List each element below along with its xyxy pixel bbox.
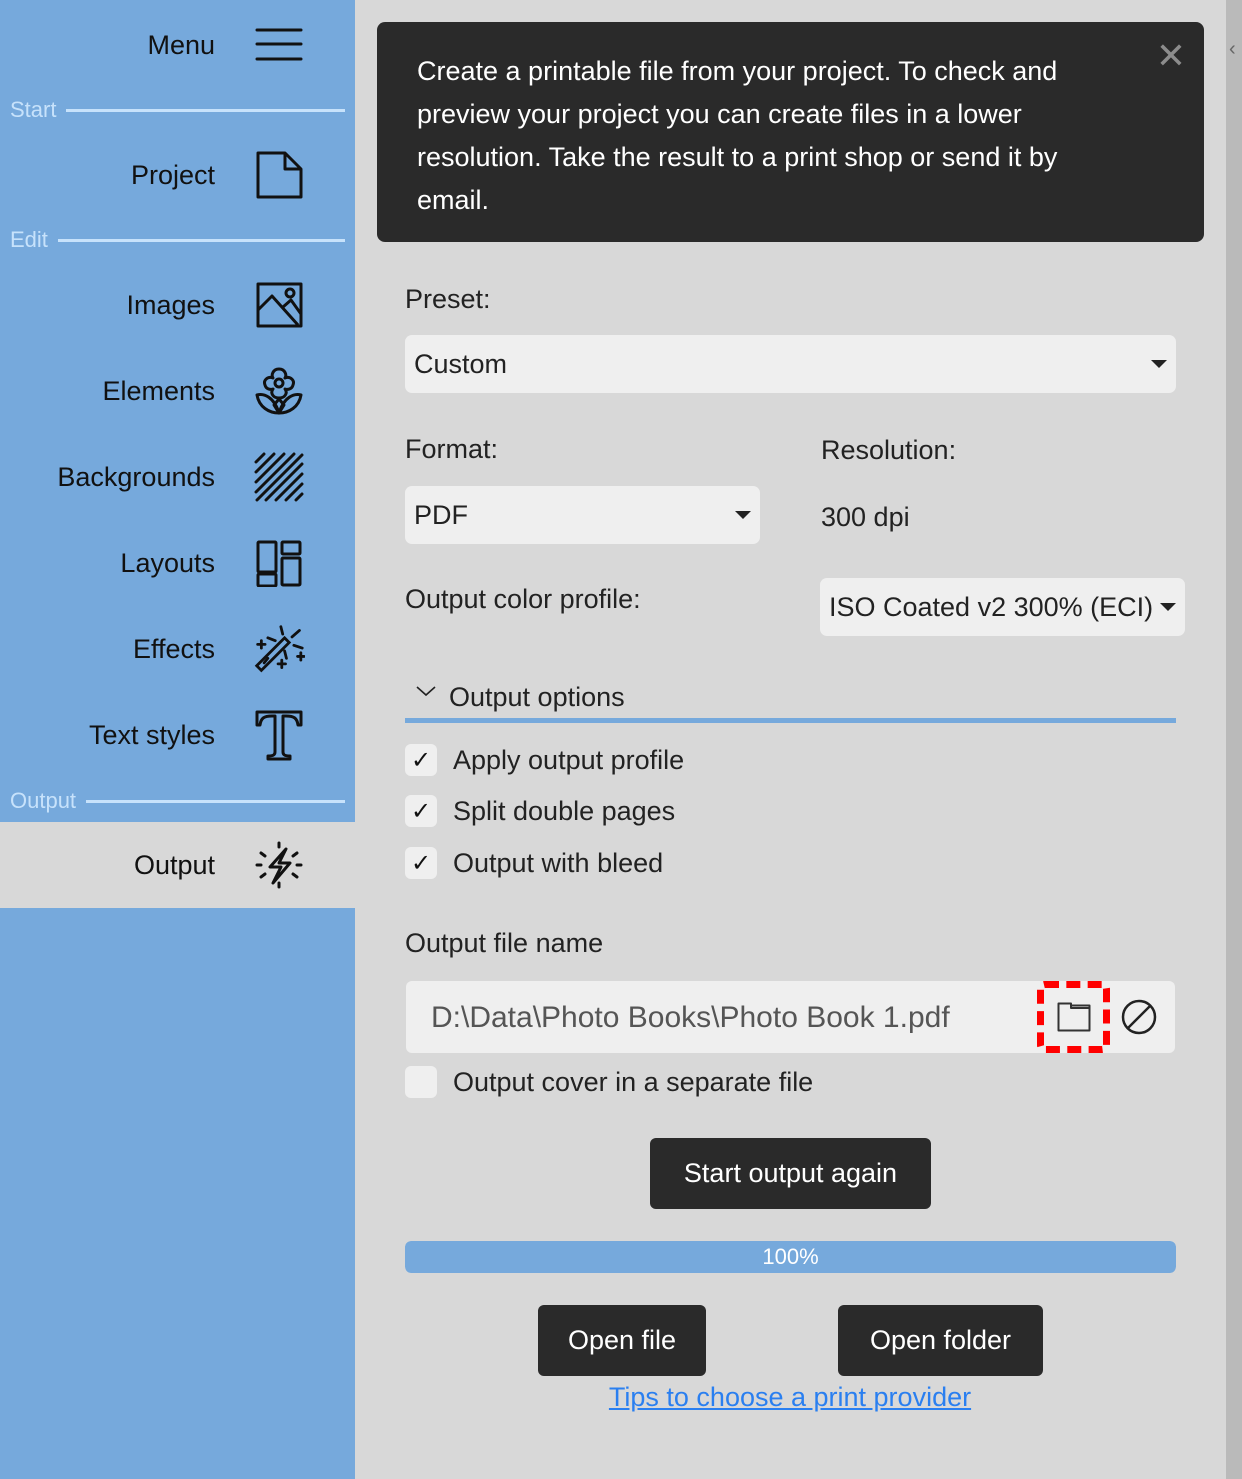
sidebar-item-label: Layouts [120,547,215,578]
output-options-label: Output options [449,681,625,712]
preset-value: Custom [414,348,508,379]
sidebar-item-label: Project [130,159,215,190]
side-panel-strip [1226,0,1242,1479]
section-divider [86,799,345,803]
checkbox-label: Apply output profile [453,744,685,775]
dropdown-caret-icon [1151,360,1167,368]
color-profile-value: ISO Coated v2 300% (ECI) [829,591,1154,622]
sidebar-item-label: Backgrounds [57,461,215,492]
close-icon[interactable]: ✕ [1156,34,1186,77]
text-t-icon [253,709,305,761]
sidebar-item-output[interactable]: Output [0,822,355,908]
cover-separate-file-checkbox[interactable]: Output cover in a separate file [405,1066,813,1098]
section-edit-label: Edit [10,227,48,252]
preset-label: Preset: [405,284,491,314]
sidebar-item-layouts[interactable]: Layouts [0,520,355,606]
file-name-label: Output file name [405,928,604,958]
split-double-pages-checkbox[interactable]: ✓ Split double pages [405,795,675,827]
menu-label: Menu [147,29,215,60]
apply-output-profile-checkbox[interactable]: ✓ Apply output profile [405,744,684,776]
color-profile-select[interactable]: ISO Coated v2 300% (ECI) [820,578,1185,636]
collapse-panel-chevron-icon[interactable]: ‹ [1229,38,1236,61]
sidebar-item-images[interactable]: Images [0,262,355,348]
checkbox-label: Output with bleed [453,847,664,878]
sidebar-item-effects[interactable]: Effects [0,606,355,692]
checkbox-checked[interactable]: ✓ [405,795,437,827]
format-select[interactable]: PDF [405,486,760,544]
checkbox-label: Split double pages [453,795,676,826]
section-edit: Edit [10,227,345,253]
progress-label: 100% [762,1244,819,1269]
file-name-value[interactable]: D:\Data\Photo Books\Photo Book 1.pdf [431,1001,950,1035]
hatch-pattern-icon [253,451,305,503]
section-start: Start [10,97,345,123]
resolution-value: 300 dpi [821,502,910,532]
sidebar-item-label: Images [126,289,215,320]
open-file-button[interactable]: Open file [538,1305,706,1376]
document-icon [253,149,305,201]
format-value: PDF [414,499,468,530]
start-output-button[interactable]: Start output again [650,1138,931,1209]
sidebar-item-label: Elements [102,375,215,406]
section-divider [57,238,345,242]
output-with-bleed-checkbox[interactable]: ✓ Output with bleed [405,847,663,879]
info-text: Create a printable file from your projec… [417,56,1058,215]
output-options-toggle[interactable]: Output options [405,676,1176,723]
info-banner: Create a printable file from your projec… [377,22,1204,242]
layout-grid-icon [253,537,305,589]
image-icon [253,279,305,331]
sidebar-item-label: Output [133,849,215,880]
folder-icon [1057,1002,1090,1032]
checkbox-unchecked[interactable] [405,1066,437,1098]
menu-button[interactable]: Menu [0,2,355,88]
magic-wand-icon [253,623,305,675]
clear-file-name-button[interactable] [1120,998,1158,1036]
open-folder-button[interactable]: Open folder [838,1305,1043,1376]
section-output: Output [10,788,345,814]
sidebar: Menu Start Project Edit Images Elements … [0,0,355,1479]
sidebar-item-text-styles[interactable]: Text styles [0,692,355,778]
sidebar-item-project[interactable]: Project [0,132,355,218]
section-divider [66,108,345,112]
resolution-label: Resolution: [821,435,957,465]
file-name-field[interactable]: D:\Data\Photo Books\Photo Book 1.pdf [406,981,1175,1053]
format-label: Format: [405,434,499,464]
checkbox-label: Output cover in a separate file [453,1066,814,1097]
flower-icon [253,365,305,417]
sidebar-item-elements[interactable]: Elements [0,348,355,434]
chevron-down-icon [416,686,436,697]
block-clear-icon [1121,999,1157,1035]
sidebar-item-label: Effects [132,633,215,664]
preset-select[interactable]: Custom [405,335,1176,393]
sidebar-item-backgrounds[interactable]: Backgrounds [0,434,355,520]
spark-bolt-icon [253,839,305,891]
sidebar-item-label: Text styles [88,719,215,750]
checkbox-checked[interactable]: ✓ [405,847,437,879]
dropdown-caret-icon [735,511,751,519]
print-provider-tips-link[interactable]: Tips to choose a print provider [0,1382,1242,1413]
progress-bar: 100% [405,1241,1176,1273]
section-output-label: Output [10,788,77,813]
checkbox-checked[interactable]: ✓ [405,744,437,776]
section-start-label: Start [10,97,57,122]
browse-folder-button[interactable] [1037,981,1110,1053]
dropdown-caret-icon [1160,603,1176,611]
color-profile-label: Output color profile: [405,584,641,614]
hamburger-menu-icon [253,19,305,71]
